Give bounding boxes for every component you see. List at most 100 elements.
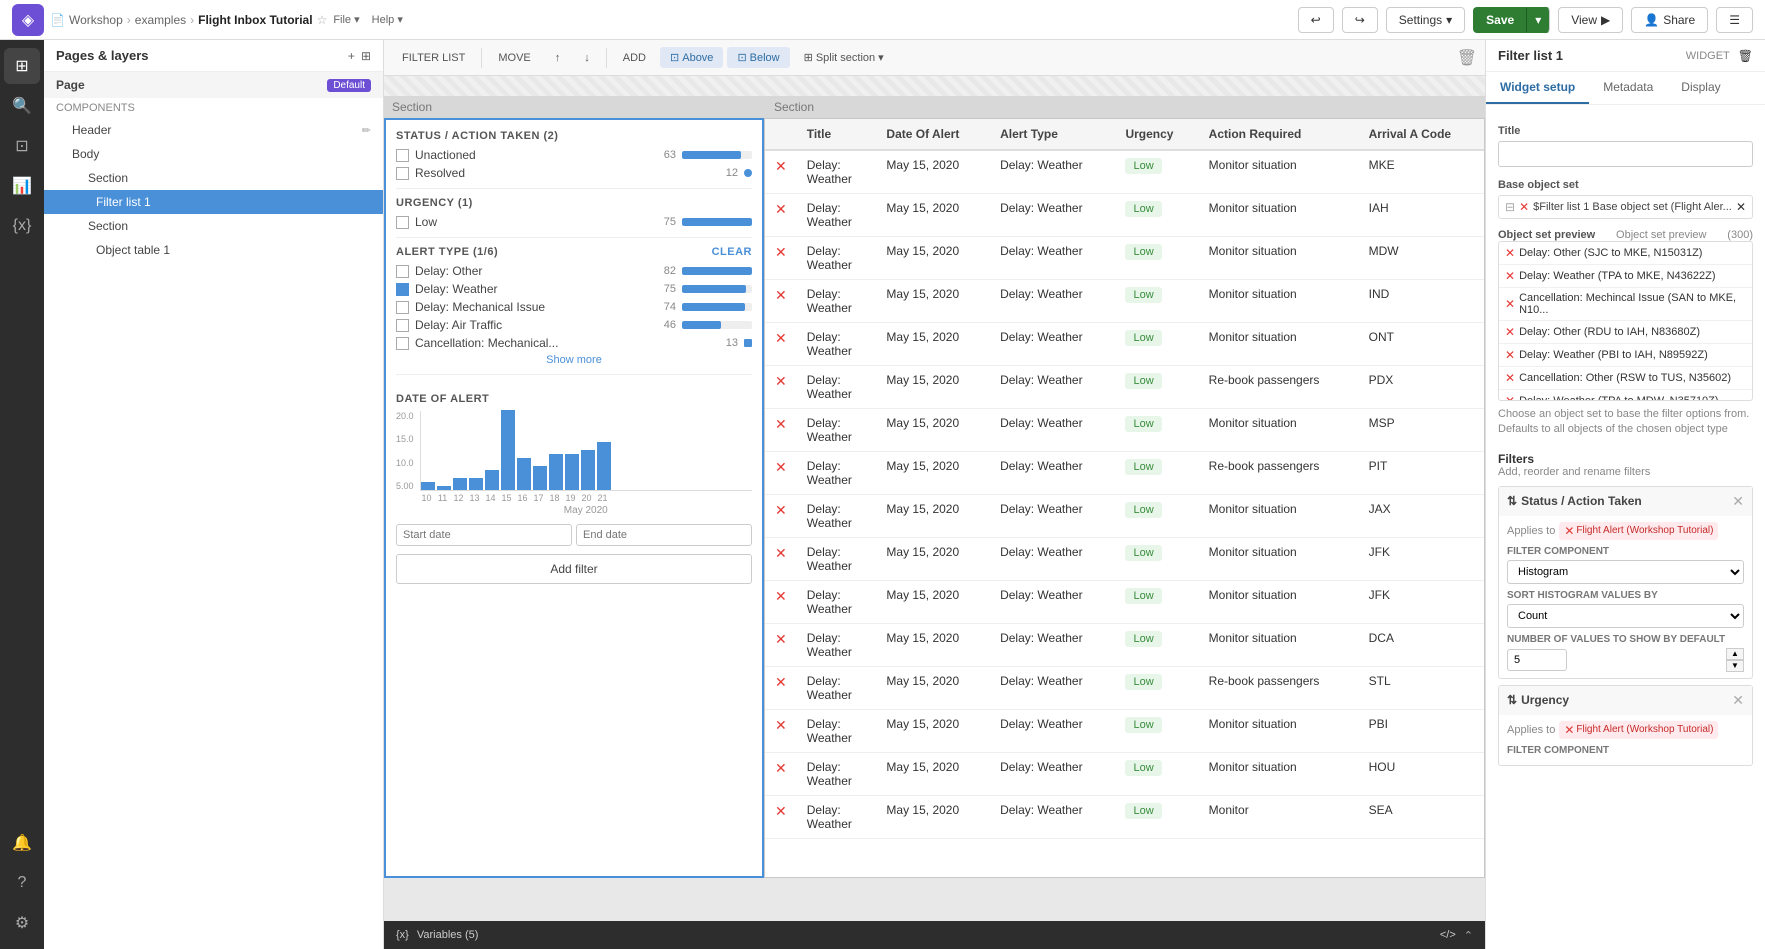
sidebar-icon-search[interactable]: 🔍 <box>4 88 40 124</box>
remove-urgency-button[interactable]: ✕ <box>1732 692 1744 709</box>
delay-other-checkbox[interactable] <box>396 265 409 278</box>
stepper-up-button[interactable]: ▲ <box>1726 648 1744 660</box>
urgency-badge: Low <box>1125 158 1161 174</box>
title-input[interactable] <box>1498 141 1753 167</box>
table-row[interactable]: ✕Delay:WeatherMay 15, 2020Delay: Weather… <box>765 581 1484 624</box>
move-button[interactable]: MOVE <box>488 48 540 68</box>
sidebar-icon-data[interactable]: 📊 <box>4 168 40 204</box>
layer-filter-list-1[interactable]: Filter list 1 <box>44 190 383 214</box>
layers-add-icon[interactable]: + <box>348 49 355 63</box>
save-button[interactable]: Save <box>1473 7 1526 33</box>
row-action: Monitor situation <box>1199 409 1359 452</box>
table-row[interactable]: ✕Delay:WeatherMay 15, 2020Delay: Weather… <box>765 667 1484 710</box>
sidebar-icon-bell[interactable]: 🔔 <box>4 825 40 861</box>
base-obj-red-x: ✕ <box>1519 200 1529 214</box>
undo-button[interactable]: ↩ <box>1298 7 1334 33</box>
resolved-checkbox[interactable] <box>396 167 409 180</box>
urgency-badge: Low <box>1125 287 1161 303</box>
filter-component-select-status[interactable]: Histogram <box>1507 560 1744 584</box>
add-button[interactable]: ADD <box>613 48 656 68</box>
table-row[interactable]: ✕Delay:WeatherMay 15, 2020Delay: Weather… <box>765 194 1484 237</box>
redo-button[interactable]: ↪ <box>1342 7 1378 33</box>
clear-button[interactable]: Clear <box>712 246 752 258</box>
table-row[interactable]: ✕Delay:WeatherMay 15, 2020Delay: Weather… <box>765 538 1484 581</box>
stepper-down-button[interactable]: ▼ <box>1726 660 1744 672</box>
tab-metadata[interactable]: Metadata <box>1589 72 1667 104</box>
delay-mechanical-checkbox[interactable] <box>396 301 409 314</box>
save-caret-button[interactable]: ▾ <box>1526 7 1550 33</box>
layer-section-1[interactable]: Section <box>44 166 383 190</box>
tab-display[interactable]: Display <box>1667 72 1734 104</box>
end-date-input[interactable] <box>576 524 752 546</box>
obj-item-text-2: Delay: Weather (TPA to MKE, N43622Z) <box>1519 270 1715 282</box>
move-up-button[interactable]: ↑ <box>545 48 571 68</box>
table-row[interactable]: ✕Delay:WeatherMay 15, 2020Delay: Weather… <box>765 150 1484 194</box>
layers-grid-icon[interactable]: ⊞ <box>361 49 371 63</box>
table-row[interactable]: ✕Delay:WeatherMay 15, 2020Delay: Weather… <box>765 710 1484 753</box>
low-checkbox[interactable] <box>396 216 409 229</box>
layer-section-2[interactable]: Section <box>44 214 383 238</box>
table-row[interactable]: ✕Delay:WeatherMay 15, 2020Delay: Weather… <box>765 796 1484 839</box>
table-row[interactable]: ✕Delay:WeatherMay 15, 2020Delay: Weather… <box>765 495 1484 538</box>
code-icon[interactable]: </> <box>1440 929 1456 941</box>
delete-widget-button[interactable]: 🗑 <box>1457 48 1477 68</box>
table-row[interactable]: ✕Delay:WeatherMay 15, 2020Delay: Weather… <box>765 366 1484 409</box>
x-11: 11 <box>436 493 450 503</box>
move-down-button[interactable]: ↓ <box>574 48 600 68</box>
help-menu[interactable]: Help ▾ <box>372 13 403 26</box>
above-button[interactable]: ⊡ Above <box>660 47 723 68</box>
move-status-icon[interactable]: ⇅ <box>1507 494 1517 508</box>
table-row[interactable]: ✕Delay:WeatherMay 15, 2020Delay: Weather… <box>765 624 1484 667</box>
remove-status-button[interactable]: ✕ <box>1732 493 1744 510</box>
table-container[interactable]: Title Date Of Alert Alert Type Urgency A… <box>765 119 1484 839</box>
star-icon[interactable]: ☆ <box>317 13 328 27</box>
layer-body[interactable]: Body <box>44 142 383 166</box>
share-button[interactable]: 👤 Share <box>1631 7 1708 33</box>
table-row[interactable]: ✕Delay:WeatherMay 15, 2020Delay: Weather… <box>765 409 1484 452</box>
delay-weather-checkbox[interactable] <box>396 283 409 296</box>
num-default-input[interactable] <box>1507 649 1567 671</box>
expand-button[interactable]: ⌃ <box>1464 929 1473 942</box>
layer-header[interactable]: Header ✏ <box>44 118 383 142</box>
table-row[interactable]: ✕Delay:WeatherMay 15, 2020Delay: Weather… <box>765 452 1484 495</box>
sidebar-icon-variables[interactable]: {x} <box>4 208 40 244</box>
y-label-5: 5.00 <box>396 481 414 491</box>
low-count: 75 <box>656 216 676 228</box>
view-button[interactable]: View ▶ <box>1558 7 1623 33</box>
layer-object-table-1[interactable]: Object table 1 <box>44 238 383 262</box>
show-more-button[interactable]: Show more <box>396 354 752 366</box>
below-button[interactable]: ⊡ Below <box>727 47 789 68</box>
move-urgency-icon[interactable]: ⇅ <box>1507 693 1517 707</box>
variables-label[interactable]: Variables (5) <box>417 929 479 941</box>
urgency-badge: Low <box>1125 717 1161 733</box>
file-menu[interactable]: File ▾ <box>333 13 359 26</box>
add-filter-button[interactable]: Add filter <box>396 554 752 584</box>
hbar-19 <box>565 454 579 490</box>
tab-widget-setup[interactable]: Widget setup <box>1486 72 1589 104</box>
start-date-input[interactable] <box>396 524 572 546</box>
sort-histogram-select[interactable]: Count <box>1507 604 1744 628</box>
sidebar-icon-pages[interactable]: ⊞ <box>4 48 40 84</box>
split-section-button[interactable]: ⊞ Split section ▾ <box>794 47 894 68</box>
table-row[interactable]: ✕Delay:WeatherMay 15, 2020Delay: Weather… <box>765 753 1484 796</box>
breadcrumb-examples[interactable]: examples <box>135 13 186 27</box>
table-row[interactable]: ✕Delay:WeatherMay 15, 2020Delay: Weather… <box>765 237 1484 280</box>
obj-item-text-1: Delay: Other (SJC to MKE, N15031Z) <box>1519 247 1702 259</box>
cancellation-mechanical-checkbox[interactable] <box>396 337 409 350</box>
settings-button[interactable]: Settings ▾ <box>1386 7 1465 33</box>
base-obj-remove-button[interactable]: ✕ <box>1736 200 1746 214</box>
sidebar-icon-components[interactable]: ⊡ <box>4 128 40 164</box>
menu-button[interactable]: ☰ <box>1716 7 1753 33</box>
header-edit-icon[interactable]: ✏ <box>362 124 371 137</box>
filter-list-button[interactable]: FILTER LIST <box>392 48 475 68</box>
right-panel-delete-icon[interactable]: 🗑 <box>1738 49 1753 63</box>
breadcrumb-workshop[interactable]: Workshop <box>69 13 123 27</box>
table-row[interactable]: ✕Delay:WeatherMay 15, 2020Delay: Weather… <box>765 280 1484 323</box>
table-row[interactable]: ✕Delay:WeatherMay 15, 2020Delay: Weather… <box>765 323 1484 366</box>
sidebar-icon-settings[interactable]: ⚙ <box>4 905 40 941</box>
delay-airtraffic-checkbox[interactable] <box>396 319 409 332</box>
sidebar-icon-help[interactable]: ? <box>4 865 40 901</box>
unactioned-checkbox[interactable] <box>396 149 409 162</box>
page-label[interactable]: Page <box>56 78 85 92</box>
obj-item-icon-6: ✕ <box>1505 371 1515 385</box>
